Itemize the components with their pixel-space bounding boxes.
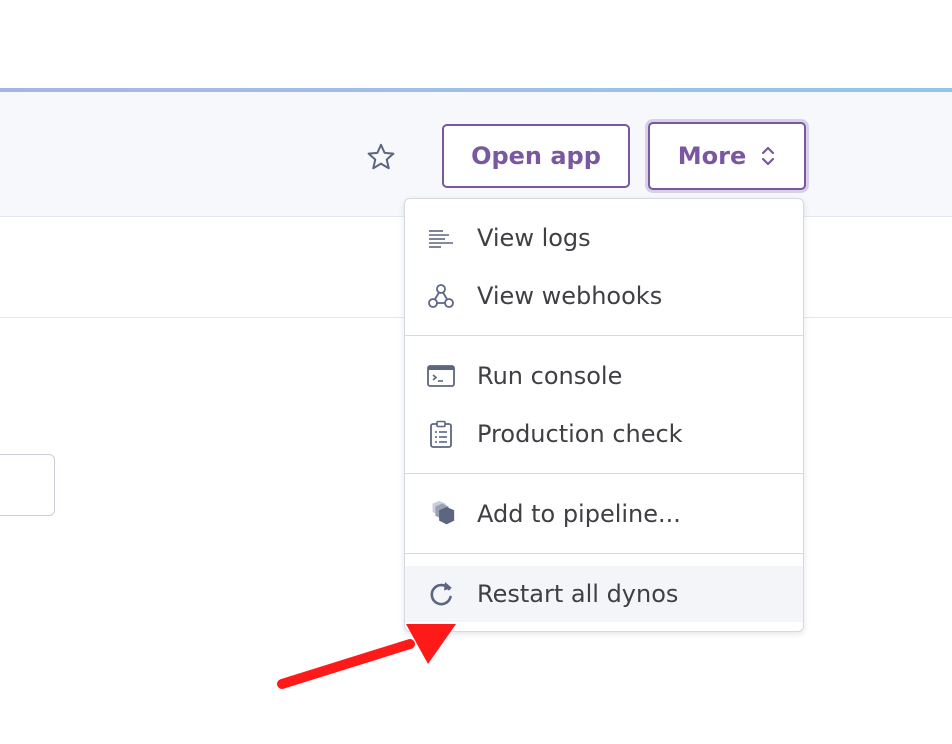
menu-item-restart-all-dynos[interactable]: Restart all dynos bbox=[405, 566, 803, 622]
menu-item-add-to-pipeline[interactable]: Add to pipeline... bbox=[405, 486, 803, 542]
menu-divider bbox=[405, 473, 803, 474]
menu-item-label: Production check bbox=[477, 420, 683, 448]
menu-item-label: Restart all dynos bbox=[477, 580, 679, 608]
console-icon bbox=[425, 362, 457, 390]
menu-item-production-check[interactable]: Production check bbox=[405, 406, 803, 462]
menu-item-label: Add to pipeline... bbox=[477, 500, 681, 528]
webhooks-icon bbox=[425, 282, 457, 310]
chevron-up-down-icon bbox=[762, 146, 775, 166]
more-dropdown-button[interactable]: More bbox=[648, 122, 806, 190]
pipeline-icon bbox=[425, 500, 457, 528]
menu-item-label: View logs bbox=[477, 224, 591, 252]
menu-item-label: Run console bbox=[477, 362, 623, 390]
text-input[interactable] bbox=[0, 454, 55, 516]
menu-item-label: View webhooks bbox=[477, 282, 663, 310]
menu-divider bbox=[405, 335, 803, 336]
menu-divider bbox=[405, 553, 803, 554]
clipboard-icon bbox=[425, 420, 457, 448]
star-icon bbox=[367, 143, 395, 170]
more-dropdown-menu: View logs View webhooks Run console Prod… bbox=[404, 198, 804, 632]
open-app-button[interactable]: Open app bbox=[442, 124, 630, 188]
open-app-label: Open app bbox=[471, 142, 601, 170]
restart-icon bbox=[425, 580, 457, 608]
more-label: More bbox=[677, 142, 747, 170]
menu-item-run-console[interactable]: Run console bbox=[405, 348, 803, 404]
logs-icon bbox=[425, 224, 457, 252]
menu-item-view-logs[interactable]: View logs bbox=[405, 210, 803, 266]
favorite-star-button[interactable] bbox=[362, 138, 400, 176]
menu-item-view-webhooks[interactable]: View webhooks bbox=[405, 268, 803, 324]
